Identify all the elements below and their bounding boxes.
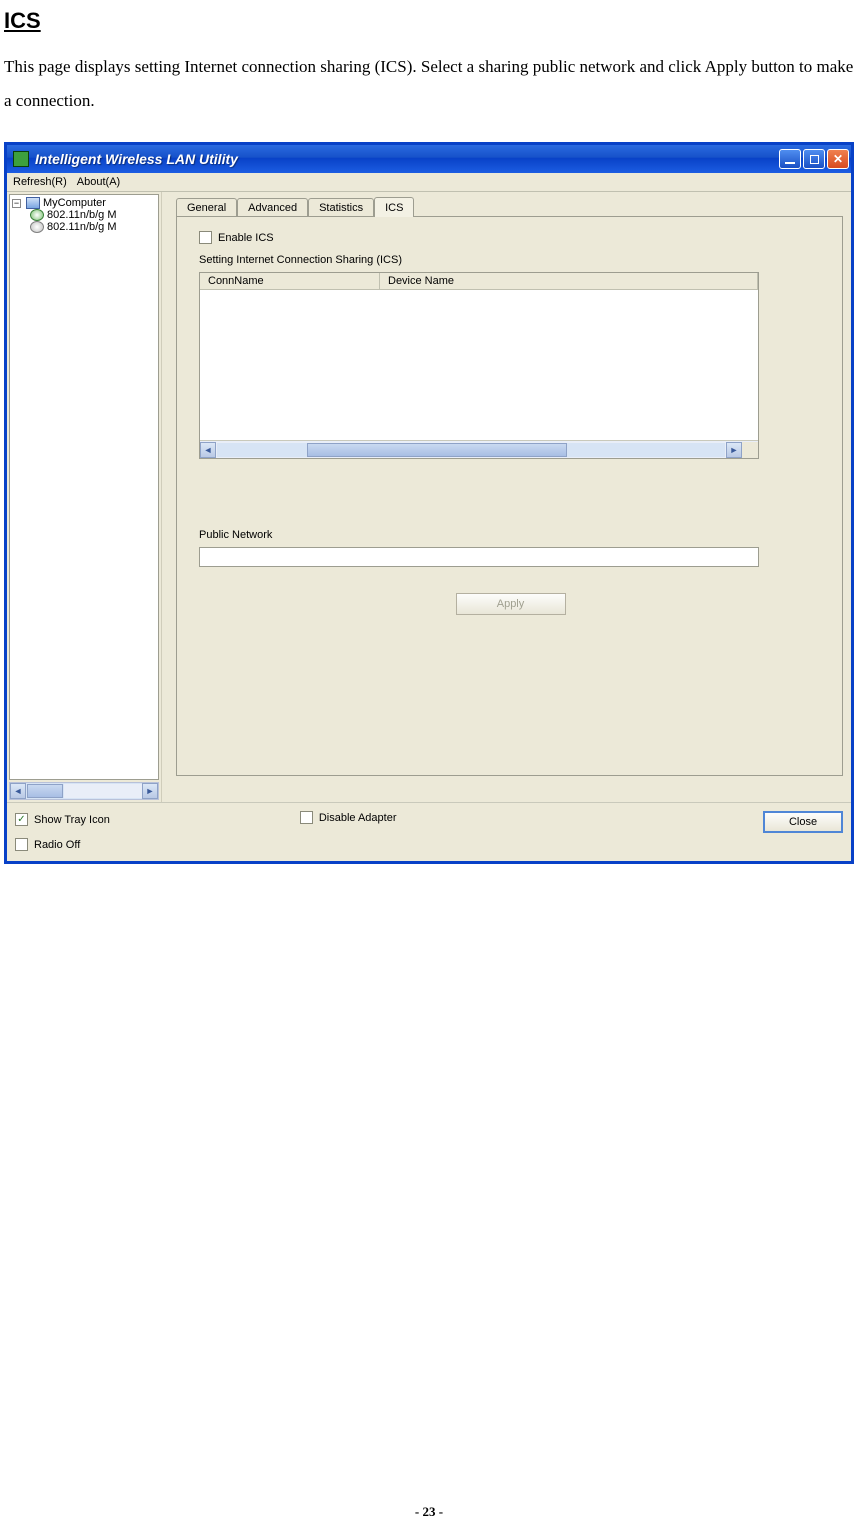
column-connname[interactable]: ConnName xyxy=(200,273,380,289)
show-tray-checkbox[interactable] xyxy=(15,813,28,826)
scroll-left-icon[interactable]: ◄ xyxy=(200,442,216,458)
show-tray-label: Show Tray Icon xyxy=(34,814,110,826)
device-tree[interactable]: − MyComputer 802.11n/b/g M 802.11n/b/g M xyxy=(9,194,159,780)
menu-refresh[interactable]: Refresh(R) xyxy=(13,176,67,188)
tab-ics[interactable]: ICS xyxy=(374,197,414,217)
enable-ics-checkbox[interactable] xyxy=(199,231,212,244)
tree-root-label: MyComputer xyxy=(43,197,106,209)
network-icon xyxy=(30,209,44,221)
app-window: Intelligent Wireless LAN Utility ✕ Refre… xyxy=(4,142,854,864)
minimize-button[interactable] xyxy=(779,149,801,169)
public-network-field[interactable] xyxy=(199,547,759,567)
enable-ics-row[interactable]: Enable ICS xyxy=(199,231,822,244)
window-title: Intelligent Wireless LAN Utility xyxy=(35,151,779,167)
app-icon xyxy=(13,151,29,167)
list-header: ConnName Device Name xyxy=(200,273,758,290)
close-window-button[interactable]: ✕ xyxy=(827,149,849,169)
disable-adapter-row[interactable]: Disable Adapter xyxy=(300,811,397,824)
radio-off-label: Radio Off xyxy=(34,839,80,851)
collapse-icon[interactable]: − xyxy=(12,199,21,208)
tab-statistics[interactable]: Statistics xyxy=(308,198,374,216)
scroll-right-icon[interactable]: ► xyxy=(142,783,158,799)
tree-horizontal-scrollbar[interactable]: ◄ ► xyxy=(9,782,159,800)
menu-bar: Refresh(R) About(A) xyxy=(7,173,851,192)
computer-icon xyxy=(26,197,40,209)
disable-adapter-checkbox[interactable] xyxy=(300,811,313,824)
scroll-thumb[interactable] xyxy=(307,443,567,457)
scroll-thumb[interactable] xyxy=(27,784,63,798)
scroll-left-icon[interactable]: ◄ xyxy=(10,783,26,799)
disable-adapter-label: Disable Adapter xyxy=(319,812,397,824)
titlebar[interactable]: Intelligent Wireless LAN Utility ✕ xyxy=(7,145,851,173)
scroll-right-icon[interactable]: ► xyxy=(726,442,742,458)
page-number: - 23 - xyxy=(4,1504,854,1520)
list-body-empty[interactable] xyxy=(200,290,758,440)
radio-off-row[interactable]: Radio Off xyxy=(15,838,110,851)
tab-strip: General Advanced Statistics ICS xyxy=(176,196,843,216)
list-horizontal-scrollbar[interactable]: ◄ ► xyxy=(200,440,758,458)
close-button[interactable]: Close xyxy=(763,811,843,833)
tree-item-adapter-2[interactable]: 802.11n/b/g M xyxy=(30,221,156,233)
column-devicename[interactable]: Device Name xyxy=(380,273,758,289)
public-network-label: Public Network xyxy=(199,529,822,541)
tab-advanced[interactable]: Advanced xyxy=(237,198,308,216)
tree-pane: − MyComputer 802.11n/b/g M 802.11n/b/g M… xyxy=(7,192,162,802)
apply-button[interactable]: Apply xyxy=(456,593,566,615)
tree-item-label: 802.11n/b/g M xyxy=(47,209,117,221)
tree-root-mycomputer[interactable]: − MyComputer xyxy=(12,197,156,209)
setting-ics-label: Setting Internet Connection Sharing (ICS… xyxy=(199,254,822,266)
show-tray-row[interactable]: Show Tray Icon xyxy=(15,813,110,826)
tab-body-ics: Enable ICS Setting Internet Connection S… xyxy=(176,216,843,776)
ics-connection-list[interactable]: ConnName Device Name ◄ ► xyxy=(199,272,759,459)
tree-item-adapter-1[interactable]: 802.11n/b/g M xyxy=(30,209,156,221)
doc-heading-ics: ICS xyxy=(4,8,854,34)
tab-general[interactable]: General xyxy=(176,198,237,216)
bottom-bar: Show Tray Icon Radio Off Disable Adapter… xyxy=(7,802,851,861)
menu-about[interactable]: About(A) xyxy=(77,176,120,188)
maximize-button[interactable] xyxy=(803,149,825,169)
doc-body-text: This page displays setting Internet conn… xyxy=(4,50,854,118)
network-icon xyxy=(30,221,44,233)
tree-item-label: 802.11n/b/g M xyxy=(47,221,117,233)
enable-ics-label: Enable ICS xyxy=(218,232,274,244)
radio-off-checkbox[interactable] xyxy=(15,838,28,851)
